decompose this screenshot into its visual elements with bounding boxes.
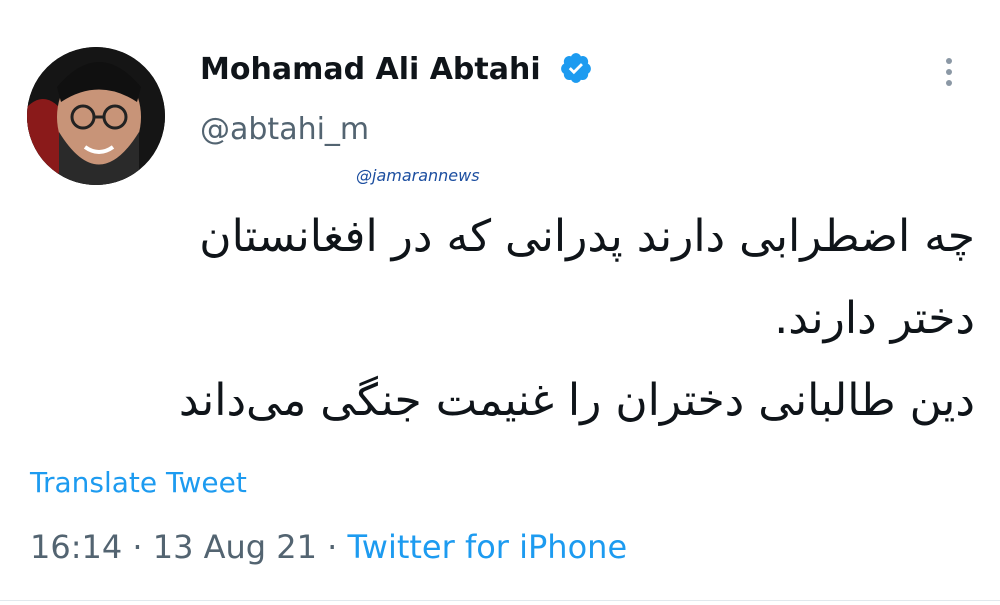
translate-tweet-link[interactable]: Translate Tweet [30,466,247,499]
avatar[interactable] [27,47,165,185]
author-handle[interactable]: @abtahi_m [200,112,369,147]
separator: · [132,528,143,566]
verified-badge-icon [561,52,591,83]
tweet-date[interactable]: 13 Aug 21 [153,528,317,566]
tweet-text-line: دختر دارند. [774,293,975,344]
tweet-text-line: چه اضطرابی دارند پدرانی که در افغانستان [199,211,975,262]
tweet-text: چه اضطرابی دارند پدرانی که در افغانستان … [40,196,975,442]
tweet-time[interactable]: 16:14 [30,528,122,566]
author-name-text[interactable]: Mohamad Ali Abtahi [200,52,541,87]
tweet-source-link[interactable]: Twitter for iPhone [348,528,628,566]
tweet-text-line: دین طالبانی دختران را غنیمت جنگی می‌داند [178,375,975,426]
watermark: @jamarannews [356,166,480,185]
more-vertical-icon[interactable] [940,58,958,92]
author-display-name[interactable]: Mohamad Ali Abtahi [200,52,593,87]
divider [0,600,1000,601]
separator: · [327,528,338,566]
tweet-metadata: 16:14 · 13 Aug 21 · Twitter for iPhone [30,528,627,566]
